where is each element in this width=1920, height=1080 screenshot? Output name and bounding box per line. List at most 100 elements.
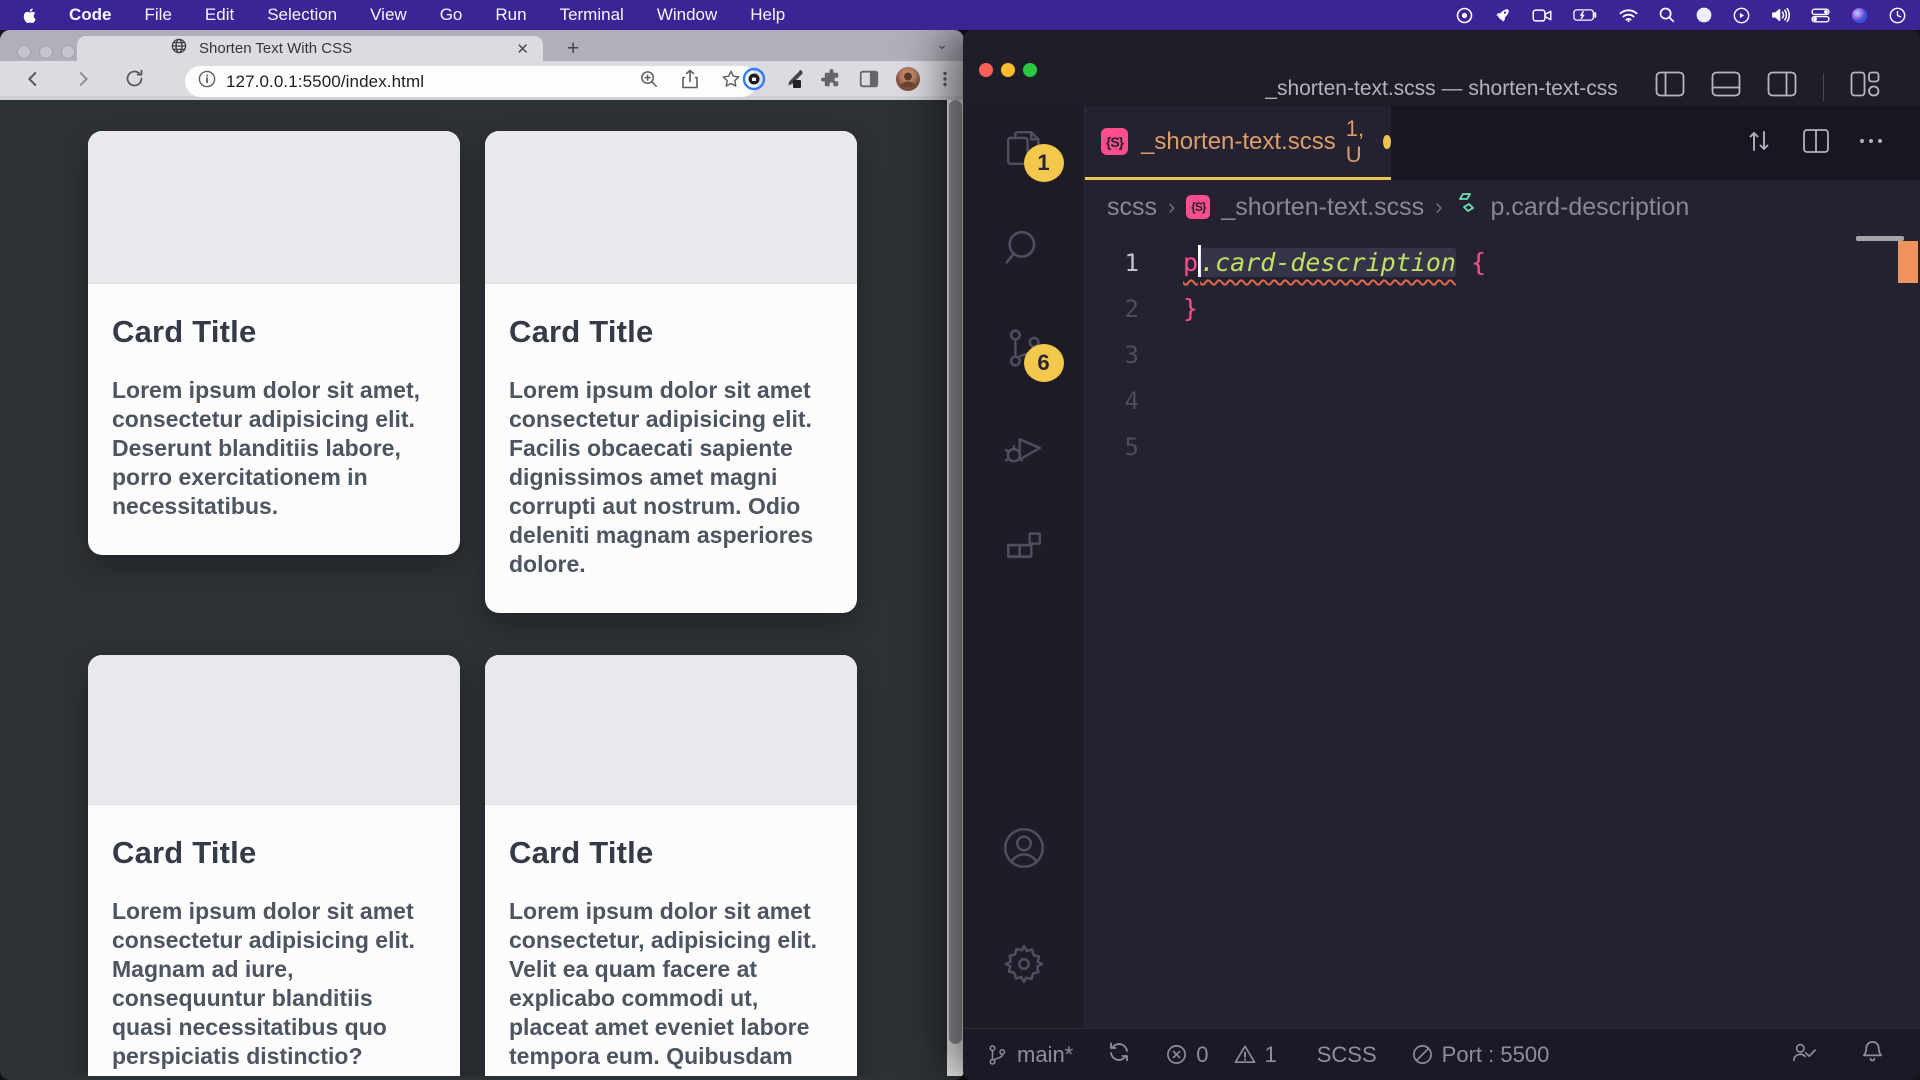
editor-tab-decoration: 1, U [1346, 116, 1368, 168]
spotlight-search-icon[interactable] [1659, 7, 1675, 23]
browser-menu-icon[interactable] [936, 70, 954, 93]
window-zoom-button[interactable] [1023, 63, 1037, 77]
status-bar: main* 0 1 SCSS Port : 5500 [963, 1028, 1920, 1080]
menu-item-view[interactable]: View [370, 5, 407, 25]
overview-ruler-warning-mark [1898, 241, 1918, 283]
address-bar[interactable]: 127.0.0.1:5500/index.html [185, 66, 757, 97]
customize-layout-icon[interactable] [1850, 71, 1880, 102]
sync-changes-icon[interactable] [1107, 1040, 1131, 1070]
battery-icon[interactable] [1573, 8, 1598, 22]
apple-logo-icon[interactable] [22, 6, 39, 25]
close-brace-token: } [1183, 294, 1198, 323]
feedback-icon[interactable] [1791, 1040, 1817, 1070]
language-mode[interactable]: SCSS [1317, 1042, 1377, 1068]
breadcrumb-symbol[interactable]: p.card-description [1491, 193, 1690, 222]
page-scrollbar-thumb[interactable] [949, 100, 962, 1044]
extensions-view-icon[interactable] [1000, 524, 1048, 572]
toggle-panel-icon[interactable] [1711, 71, 1741, 102]
code-editor[interactable]: 1 2 3 4 5 p.card-description { } [1085, 234, 1920, 1028]
menu-item-terminal[interactable]: Terminal [560, 5, 624, 25]
wifi-icon[interactable] [1619, 8, 1638, 23]
editor-scrollbar[interactable] [1856, 236, 1904, 241]
source-control-badge: 6 [1024, 344, 1064, 382]
play-circle-icon[interactable] [1733, 7, 1750, 24]
toggle-secondary-sidebar-icon[interactable] [1767, 71, 1797, 102]
explorer-view-icon[interactable]: 1 [1000, 124, 1048, 172]
more-actions-icon[interactable] [1858, 128, 1884, 159]
card: Card Title Lorem ipsum dolor sit amet co… [485, 655, 857, 1076]
profile-avatar[interactable] [895, 66, 921, 97]
run-debug-view-icon[interactable] [1000, 424, 1048, 472]
error-count: 0 [1196, 1042, 1208, 1068]
new-tab-button[interactable]: + [567, 38, 579, 59]
split-editor-icon[interactable] [1802, 127, 1830, 160]
menu-item-run[interactable]: Run [495, 5, 526, 25]
window-minimize-button[interactable] [39, 45, 53, 59]
toggle-primary-sidebar-icon[interactable] [1655, 71, 1685, 102]
live-server-status[interactable]: Port : 5500 [1411, 1042, 1550, 1068]
colorpicker-extension-icon[interactable] [781, 67, 805, 96]
notifications-bell-icon[interactable] [1861, 1039, 1884, 1070]
control-center-icon[interactable] [1811, 8, 1830, 23]
git-branch-status[interactable]: main* [985, 1042, 1073, 1068]
code-line-2[interactable]: } [1183, 286, 1920, 332]
extension-icons [742, 66, 954, 97]
site-info-icon[interactable] [198, 70, 216, 93]
menu-item-selection[interactable]: Selection [267, 5, 337, 25]
card-description: Lorem ipsum dolor sit amet, consectetur … [112, 376, 436, 521]
window-minimize-button[interactable] [1001, 63, 1015, 77]
source-control-view-icon[interactable]: 6 [1000, 324, 1048, 372]
menu-item-window[interactable]: Window [657, 5, 717, 25]
side-panel-icon[interactable] [858, 68, 880, 95]
zoom-icon[interactable] [640, 70, 659, 94]
video-camera-icon[interactable] [1532, 8, 1552, 23]
settings-gear-icon[interactable] [1000, 940, 1048, 988]
extensions-puzzle-icon[interactable] [820, 68, 843, 96]
breadcrumb-file[interactable]: _shorten-text.scss [1221, 193, 1424, 222]
card-image-placeholder [88, 655, 460, 805]
siri-icon[interactable] [1851, 7, 1868, 24]
menu-item-edit[interactable]: Edit [205, 5, 234, 25]
focus-mode-icon[interactable] [1696, 7, 1712, 23]
code-line-1[interactable]: p.card-description { [1183, 240, 1920, 286]
open-changes-icon[interactable] [1744, 126, 1774, 161]
tab-close-icon[interactable]: ✕ [516, 40, 529, 58]
reload-button[interactable] [124, 68, 145, 89]
breadcrumb-folder[interactable]: scss [1107, 193, 1157, 222]
bookmark-star-icon[interactable] [721, 69, 741, 94]
rocket-icon[interactable] [1494, 7, 1511, 24]
menu-item-go[interactable]: Go [440, 5, 463, 25]
menu-item-code[interactable]: Code [69, 5, 112, 25]
code-content[interactable]: p.card-description { } [1163, 234, 1920, 1028]
window-close-button[interactable] [17, 45, 31, 59]
volume-icon[interactable] [1771, 7, 1790, 23]
menu-item-help[interactable]: Help [750, 5, 785, 25]
card: Card Title Lorem ipsum dolor sit amet co… [88, 655, 460, 1076]
browser-toolbar: 127.0.0.1:5500/index.html [0, 61, 964, 100]
window-zoom-button[interactable] [61, 45, 75, 59]
clock-icon[interactable] [1889, 7, 1906, 24]
titlebar-layout-controls [1655, 71, 1880, 102]
accounts-icon[interactable] [1000, 824, 1048, 872]
page-scrollbar[interactable] [947, 100, 964, 1076]
editor-tab-label: _shorten-text.scss [1141, 128, 1336, 156]
menu-item-file[interactable]: File [145, 5, 172, 25]
macos-menubar: Code File Edit Selection View Go Run Ter… [0, 0, 1920, 30]
forward-button[interactable] [72, 68, 94, 90]
url-text[interactable]: 127.0.0.1:5500/index.html [226, 72, 424, 92]
share-icon[interactable] [681, 69, 699, 94]
window-close-button[interactable] [979, 63, 993, 77]
back-button[interactable] [22, 68, 44, 90]
search-view-icon[interactable] [1000, 224, 1048, 272]
password-extension-icon[interactable] [742, 67, 766, 96]
screen-record-icon[interactable] [1456, 7, 1473, 24]
browser-tab[interactable]: Shorten Text With CSS ✕ [77, 36, 543, 61]
card-title: Card Title [509, 835, 833, 871]
editor-tab[interactable]: {S} _shorten-text.scss 1, U [1085, 106, 1391, 180]
unsaved-changes-dot[interactable] [1383, 135, 1391, 149]
card: Card Title Lorem ipsum dolor sit amet co… [485, 131, 857, 613]
card-title: Card Title [509, 314, 833, 350]
problems-status[interactable]: 0 1 [1165, 1042, 1277, 1068]
breadcrumb: scss › {S} _shorten-text.scss › p.card-d… [1085, 180, 1920, 234]
tab-search-chevron-icon[interactable]: ⌄ [936, 36, 948, 53]
